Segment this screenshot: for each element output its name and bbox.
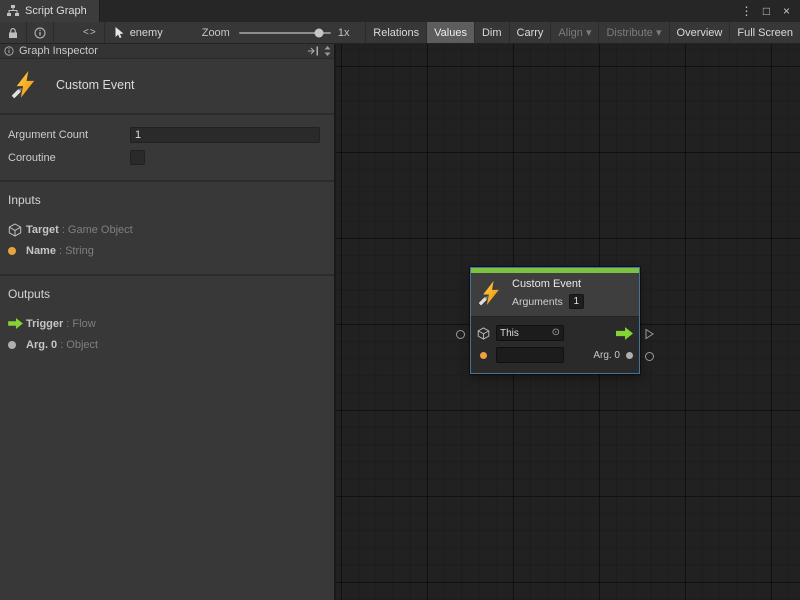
port-name: Arg. 0 (26, 339, 57, 351)
distribute-dropdown[interactable]: Distribute ▾ (598, 22, 668, 43)
dim-button[interactable]: Dim (474, 22, 509, 43)
output-arg0-row: Arg. 0 : Object (8, 334, 326, 355)
node-target-row: This ⊙ (477, 322, 633, 344)
arg0-label: Arg. 0 (593, 350, 620, 361)
port-type: : Flow (66, 318, 95, 330)
menu-icon[interactable]: ⋮ (738, 2, 755, 20)
lock-icon (7, 27, 19, 39)
info-icon (4, 46, 14, 56)
inspector-header-icons (307, 45, 331, 57)
flow-input-port[interactable] (456, 330, 465, 339)
align-dropdown[interactable]: Align ▾ (550, 22, 598, 43)
pointer-icon (114, 27, 125, 39)
graph-reference-label: enemy (130, 27, 163, 39)
lock-button[interactable] (0, 22, 27, 43)
toolbar-gap (54, 22, 76, 43)
event-title-block: Custom Event (0, 59, 334, 115)
gray-dot-icon (8, 341, 26, 349)
flow-output-port[interactable] (645, 328, 654, 343)
zoom-value: 1x (331, 22, 358, 43)
relations-button[interactable]: Relations (365, 22, 426, 43)
tab-label: Script Graph (25, 5, 87, 17)
green-arrow-icon (8, 318, 26, 329)
close-icon[interactable]: × (778, 2, 795, 20)
custom-event-icon (479, 281, 504, 306)
port-name: Target (26, 224, 59, 236)
node-title: Custom Event (512, 278, 584, 290)
inputs-section: Inputs Target : Game Object Name : Strin… (0, 182, 334, 276)
outputs-header: Outputs (8, 287, 326, 301)
arg0-output-port[interactable] (645, 352, 654, 361)
arg0-port-icon[interactable] (626, 352, 633, 359)
graph-icon (7, 5, 19, 17)
event-name-input[interactable] (496, 347, 564, 363)
inspect-button[interactable] (27, 22, 54, 43)
graph-inspector-panel: Graph Inspector (0, 44, 336, 600)
zoom-slider[interactable] (239, 22, 331, 43)
zoom-label: Zoom (172, 22, 239, 43)
carry-button[interactable]: Carry (509, 22, 551, 43)
input-name-row: Name : String (8, 240, 326, 261)
zoom-slider-handle[interactable] (314, 28, 323, 37)
graph-canvas[interactable]: Custom Event Arguments 1 (336, 44, 800, 600)
event-settings: Argument Count Coroutine (0, 115, 334, 182)
maximize-icon[interactable]: □ (758, 2, 775, 20)
coroutine-label: Coroutine (8, 152, 130, 164)
target-dropdown[interactable]: This ⊙ (496, 325, 564, 341)
titlebar-spacer (100, 0, 738, 22)
node-arguments-row: Arguments 1 (512, 294, 584, 309)
orange-dot-icon (8, 247, 26, 255)
node-header[interactable]: Custom Event Arguments 1 (471, 273, 639, 316)
full-screen-button[interactable]: Full Screen (729, 22, 800, 43)
node-body: This ⊙ Arg. 0 (471, 316, 639, 373)
arguments-count-stepper[interactable]: 1 (569, 294, 584, 309)
dock-panel-icon[interactable] (307, 46, 319, 56)
arguments-label: Arguments (512, 296, 563, 308)
port-name: Name (26, 245, 56, 257)
title-bar: Script Graph ⋮ □ × (0, 0, 800, 22)
inspector-empty-area (0, 368, 334, 600)
inputs-header: Inputs (8, 193, 326, 207)
outputs-section: Outputs Trigger : Flow Arg. 0 : Object (0, 276, 334, 368)
edit-source-button[interactable]: <> (76, 22, 105, 43)
script-graph-window: Script Graph ⋮ □ × <> (0, 0, 800, 600)
string-port-icon[interactable] (477, 352, 490, 359)
port-type: : String (59, 245, 94, 257)
window-controls: ⋮ □ × (738, 0, 800, 22)
code-icon: <> (83, 27, 97, 38)
coroutine-row: Coroutine (8, 147, 320, 168)
port-name: Trigger (26, 318, 63, 330)
trigger-flow-icon[interactable] (616, 327, 633, 340)
tab-script-graph[interactable]: Script Graph (0, 0, 100, 22)
graph-toolbar: <> enemy Zoom 1x Relations Values Dim Ca… (0, 22, 800, 44)
port-type: : Object (60, 339, 98, 351)
graph-reference[interactable]: enemy (105, 22, 172, 43)
custom-event-icon (12, 71, 40, 99)
input-target-row: Target : Game Object (8, 219, 326, 240)
argument-count-row: Argument Count (8, 124, 320, 145)
overview-button[interactable]: Overview (669, 22, 730, 43)
main-area: Graph Inspector (0, 44, 800, 600)
output-trigger-row: Trigger : Flow (8, 313, 326, 334)
graph-inspector-header[interactable]: Graph Inspector (0, 44, 334, 59)
toolbar-buttons: Relations Values Dim Carry Align ▾ Distr… (365, 22, 800, 43)
graph-inspector-title: Graph Inspector (19, 45, 98, 57)
object-picker-icon[interactable]: ⊙ (552, 328, 560, 338)
event-title: Custom Event (56, 78, 135, 92)
scroll-stepper-icon[interactable] (324, 45, 331, 57)
argument-count-input[interactable] (130, 127, 320, 143)
cube-icon (8, 223, 26, 237)
values-button[interactable]: Values (426, 22, 474, 43)
target-value: This (500, 328, 519, 339)
info-icon (34, 27, 46, 39)
node-title-group: Custom Event Arguments 1 (512, 278, 584, 309)
cube-icon (477, 327, 490, 340)
port-type: : Game Object (62, 224, 133, 236)
node-arg0-row: Arg. 0 (477, 344, 633, 366)
custom-event-node[interactable]: Custom Event Arguments 1 (470, 267, 640, 374)
argument-count-label: Argument Count (8, 129, 130, 141)
coroutine-checkbox[interactable] (130, 150, 145, 165)
